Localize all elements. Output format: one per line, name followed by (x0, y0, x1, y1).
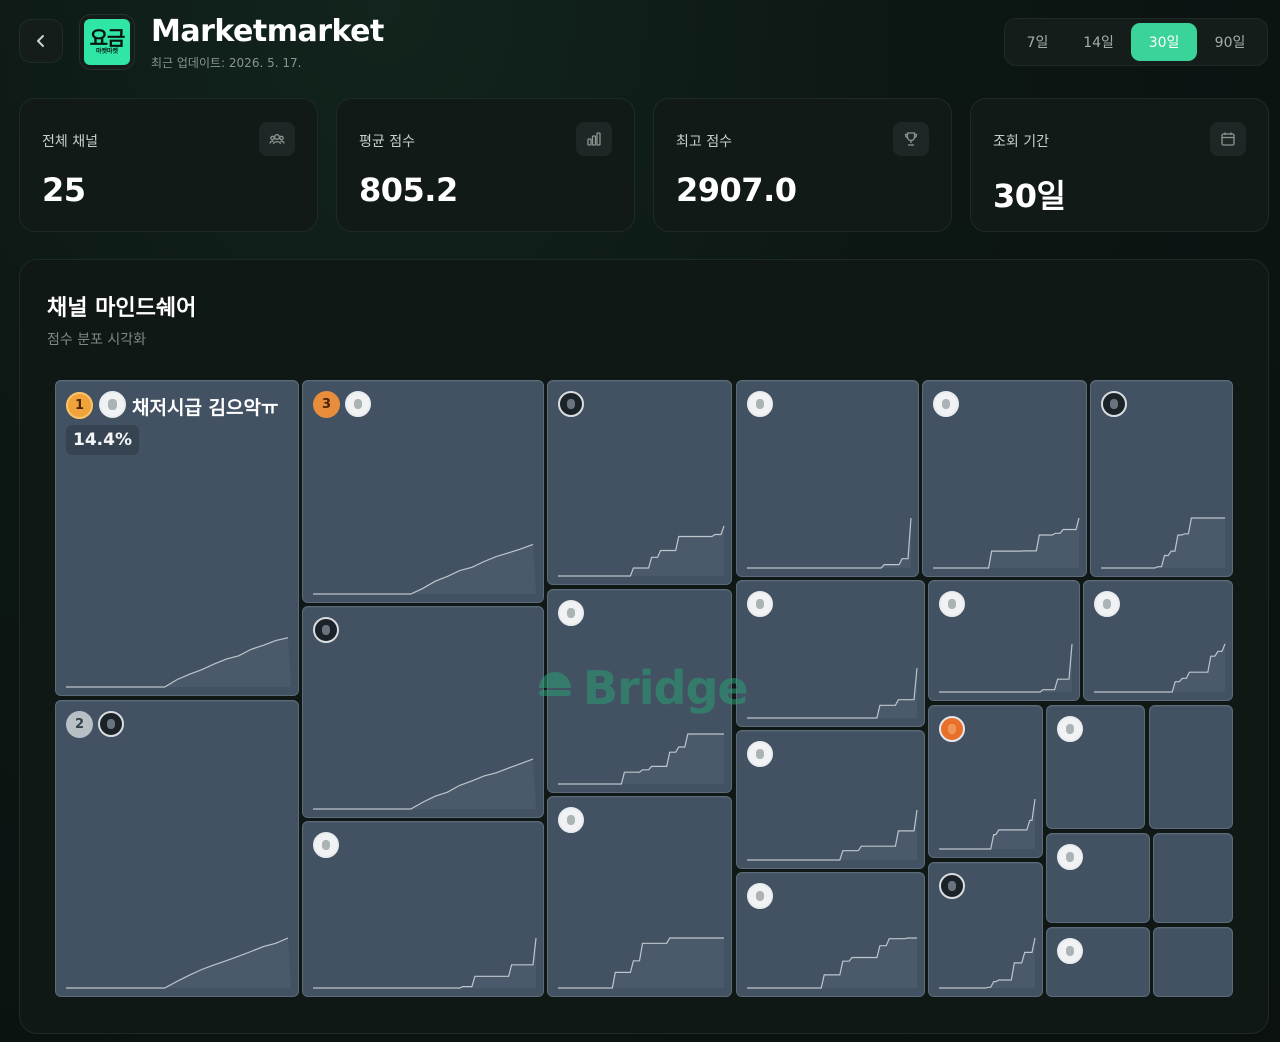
channel-tile[interactable] (736, 872, 925, 997)
sparkline-area (313, 544, 536, 594)
rank-badge-second: 2 (66, 711, 93, 738)
channel-tile[interactable] (547, 589, 732, 793)
stat-label: 조회 기간 (993, 134, 1049, 150)
channel-tile[interactable] (302, 606, 544, 818)
top-channel-share: 14.4% (66, 425, 139, 455)
app-logo: 요금 마켓마켓 (79, 14, 135, 70)
channel-tile[interactable] (302, 821, 544, 997)
stat-card-total-channels: 전체 채널 25 (19, 98, 318, 232)
channel-tile[interactable] (922, 380, 1087, 577)
tab-30-days[interactable]: 30일 (1131, 23, 1198, 61)
score-sparkline (558, 733, 724, 785)
rank-badge-first: 1 (66, 392, 93, 419)
score-sparkline (313, 543, 536, 595)
trophy-icon (893, 122, 929, 156)
back-button[interactable] (19, 19, 63, 63)
last-updated: 최근 업데이트: 2026. 5. 17. (151, 56, 302, 70)
channel-tile[interactable] (1153, 833, 1233, 923)
sparkline-area (747, 810, 917, 860)
panel-subtitle: 점수 분포 시각화 (47, 332, 147, 348)
stat-value: 2907.0 (676, 171, 797, 209)
channel-tile[interactable] (302, 380, 544, 603)
channel-tile[interactable] (1149, 705, 1233, 829)
sparkline-area (747, 668, 917, 718)
stat-card-period: 조회 기간 30일 (970, 98, 1269, 232)
sparkline-line (747, 517, 912, 569)
stat-card-top-score: 최고 점수 2907.0 (653, 98, 952, 232)
channel-tile[interactable] (1090, 380, 1233, 577)
stat-label: 전체 채널 (42, 134, 98, 150)
sparkline-area (939, 643, 1072, 692)
sparkline-line (939, 643, 1073, 693)
channel-tile[interactable] (928, 705, 1043, 858)
channel-tile[interactable] (736, 380, 919, 577)
score-sparkline (66, 937, 291, 989)
sparkline-area (933, 518, 1079, 568)
score-sparkline (747, 809, 918, 861)
channel-tile[interactable] (736, 580, 925, 727)
sparkline-area (313, 938, 536, 988)
score-sparkline (747, 517, 912, 569)
logo-subtext: 마켓마켓 (95, 48, 119, 55)
stat-label: 최고 점수 (676, 134, 732, 150)
sparkline-area (558, 938, 724, 988)
stat-card-average-score: 평균 점수 805.2 (336, 98, 635, 232)
sparkline-area (1094, 643, 1225, 692)
score-sparkline (313, 758, 536, 810)
channel-tile[interactable] (1046, 927, 1150, 997)
stat-label: 평균 점수 (359, 134, 415, 150)
score-sparkline (939, 937, 1036, 989)
period-selector: 7일 14일 30일 90일 (1004, 18, 1268, 66)
calendar-icon (1210, 122, 1246, 156)
channel-tile[interactable] (1046, 833, 1150, 923)
bar-chart-icon (576, 122, 612, 156)
channel-tile[interactable] (55, 700, 299, 997)
chevron-left-icon (37, 35, 44, 47)
score-sparkline (1101, 517, 1225, 569)
panel-title: 채널 마인드쉐어 (47, 296, 197, 321)
sparkline-area (747, 518, 911, 568)
tab-90-days[interactable]: 90일 (1197, 23, 1263, 61)
score-sparkline (933, 517, 1080, 569)
channel-tile[interactable] (736, 730, 925, 869)
score-sparkline (939, 798, 1036, 850)
sparkline-area (747, 938, 917, 988)
page-title: Marketmarket (151, 14, 384, 49)
score-sparkline (939, 643, 1073, 693)
channel-tile[interactable] (547, 796, 732, 997)
channel-tile[interactable] (928, 862, 1043, 997)
sparkline-area (558, 734, 724, 784)
users-icon (259, 122, 295, 156)
channel-tile[interactable] (1046, 705, 1145, 829)
score-sparkline (558, 525, 725, 577)
channel-tile[interactable] (928, 580, 1080, 701)
rank-badge-third: 3 (313, 391, 340, 418)
stat-value: 30일 (993, 177, 1066, 215)
score-sparkline (747, 667, 918, 719)
sparkline-area (939, 799, 1035, 849)
score-sparkline (747, 937, 917, 989)
channel-tile[interactable] (547, 380, 732, 585)
tab-7-days[interactable]: 7일 (1009, 23, 1066, 61)
score-sparkline (558, 937, 724, 989)
score-sparkline (313, 937, 537, 989)
logo-mark: 요금 (89, 26, 126, 50)
stat-value: 805.2 (359, 171, 458, 209)
tab-14-days[interactable]: 14일 (1066, 23, 1131, 61)
top-channel-name: 채저시급 김으악ㅠ (132, 397, 279, 419)
channel-tile[interactable] (1153, 927, 1233, 997)
stat-value: 25 (42, 171, 86, 209)
score-sparkline (1094, 643, 1226, 693)
channel-tile[interactable] (1083, 580, 1233, 701)
